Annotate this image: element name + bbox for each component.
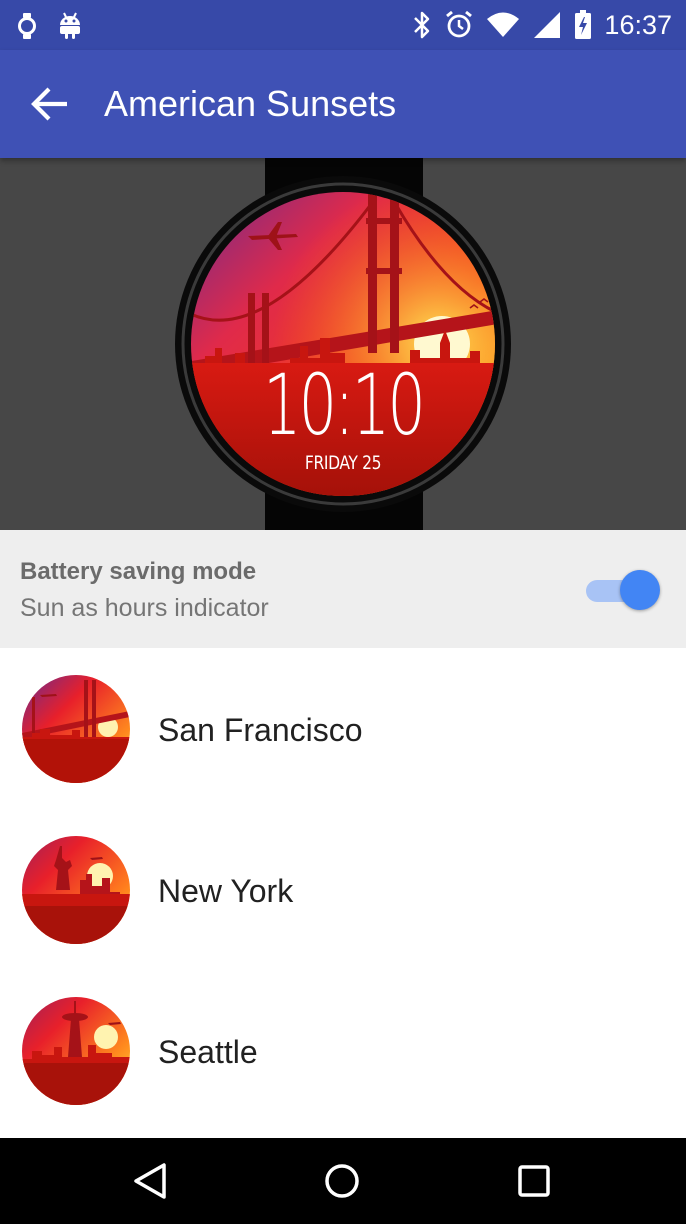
battery-charging-icon [574, 8, 592, 42]
wifi-icon [486, 8, 520, 42]
bluetooth-icon [412, 8, 432, 42]
back-icon [134, 1163, 166, 1199]
home-icon [325, 1164, 359, 1198]
nav-back-button[interactable] [120, 1156, 180, 1206]
nav-home-button[interactable] [312, 1156, 372, 1206]
back-button[interactable] [22, 76, 78, 132]
battery-saving-toggle[interactable] [584, 568, 660, 612]
list-item-seattle[interactable]: Seattle [0, 970, 686, 1131]
watch-illustration [175, 158, 511, 530]
city-name: San Francisco [158, 712, 363, 748]
new-york-thumbnail [22, 836, 130, 944]
city-list: San Francisco New York Seattle [0, 648, 686, 1131]
page-title: American Sunsets [104, 83, 397, 124]
status-bar: 16:37 [0, 0, 686, 50]
android-icon [58, 9, 82, 43]
setting-summary: Sun as hours indicator [20, 594, 269, 622]
city-name: New York [158, 873, 294, 909]
seattle-thumbnail [22, 997, 130, 1105]
navigation-bar [0, 1138, 686, 1224]
battery-saving-setting[interactable]: Battery saving mode Sun as hours indicat… [0, 530, 686, 648]
list-item-san-francisco[interactable]: San Francisco [0, 648, 686, 809]
watch-date: FRIDAY 25 [304, 452, 382, 474]
list-item-new-york[interactable]: New York [0, 809, 686, 970]
watch-time: 10:10 [263, 356, 426, 454]
watch-face-preview: 10:10 FRIDAY 25 [0, 158, 686, 530]
nav-recents-button[interactable] [504, 1156, 564, 1206]
arrow-back-icon [31, 87, 67, 121]
alarm-icon [444, 8, 474, 42]
screen: 16:37 American Sunsets 10:10 FRIDAY 25 B… [0, 0, 686, 1224]
san-francisco-thumbnail [22, 675, 130, 783]
status-time: 16:37 [604, 10, 672, 40]
app-bar: American Sunsets [0, 50, 686, 158]
city-name: Seattle [158, 1034, 258, 1070]
signal-icon [532, 8, 562, 42]
toggle-thumb [620, 570, 660, 610]
setting-title: Battery saving mode [20, 558, 257, 585]
recents-icon [518, 1165, 550, 1197]
watch-icon [18, 9, 36, 43]
